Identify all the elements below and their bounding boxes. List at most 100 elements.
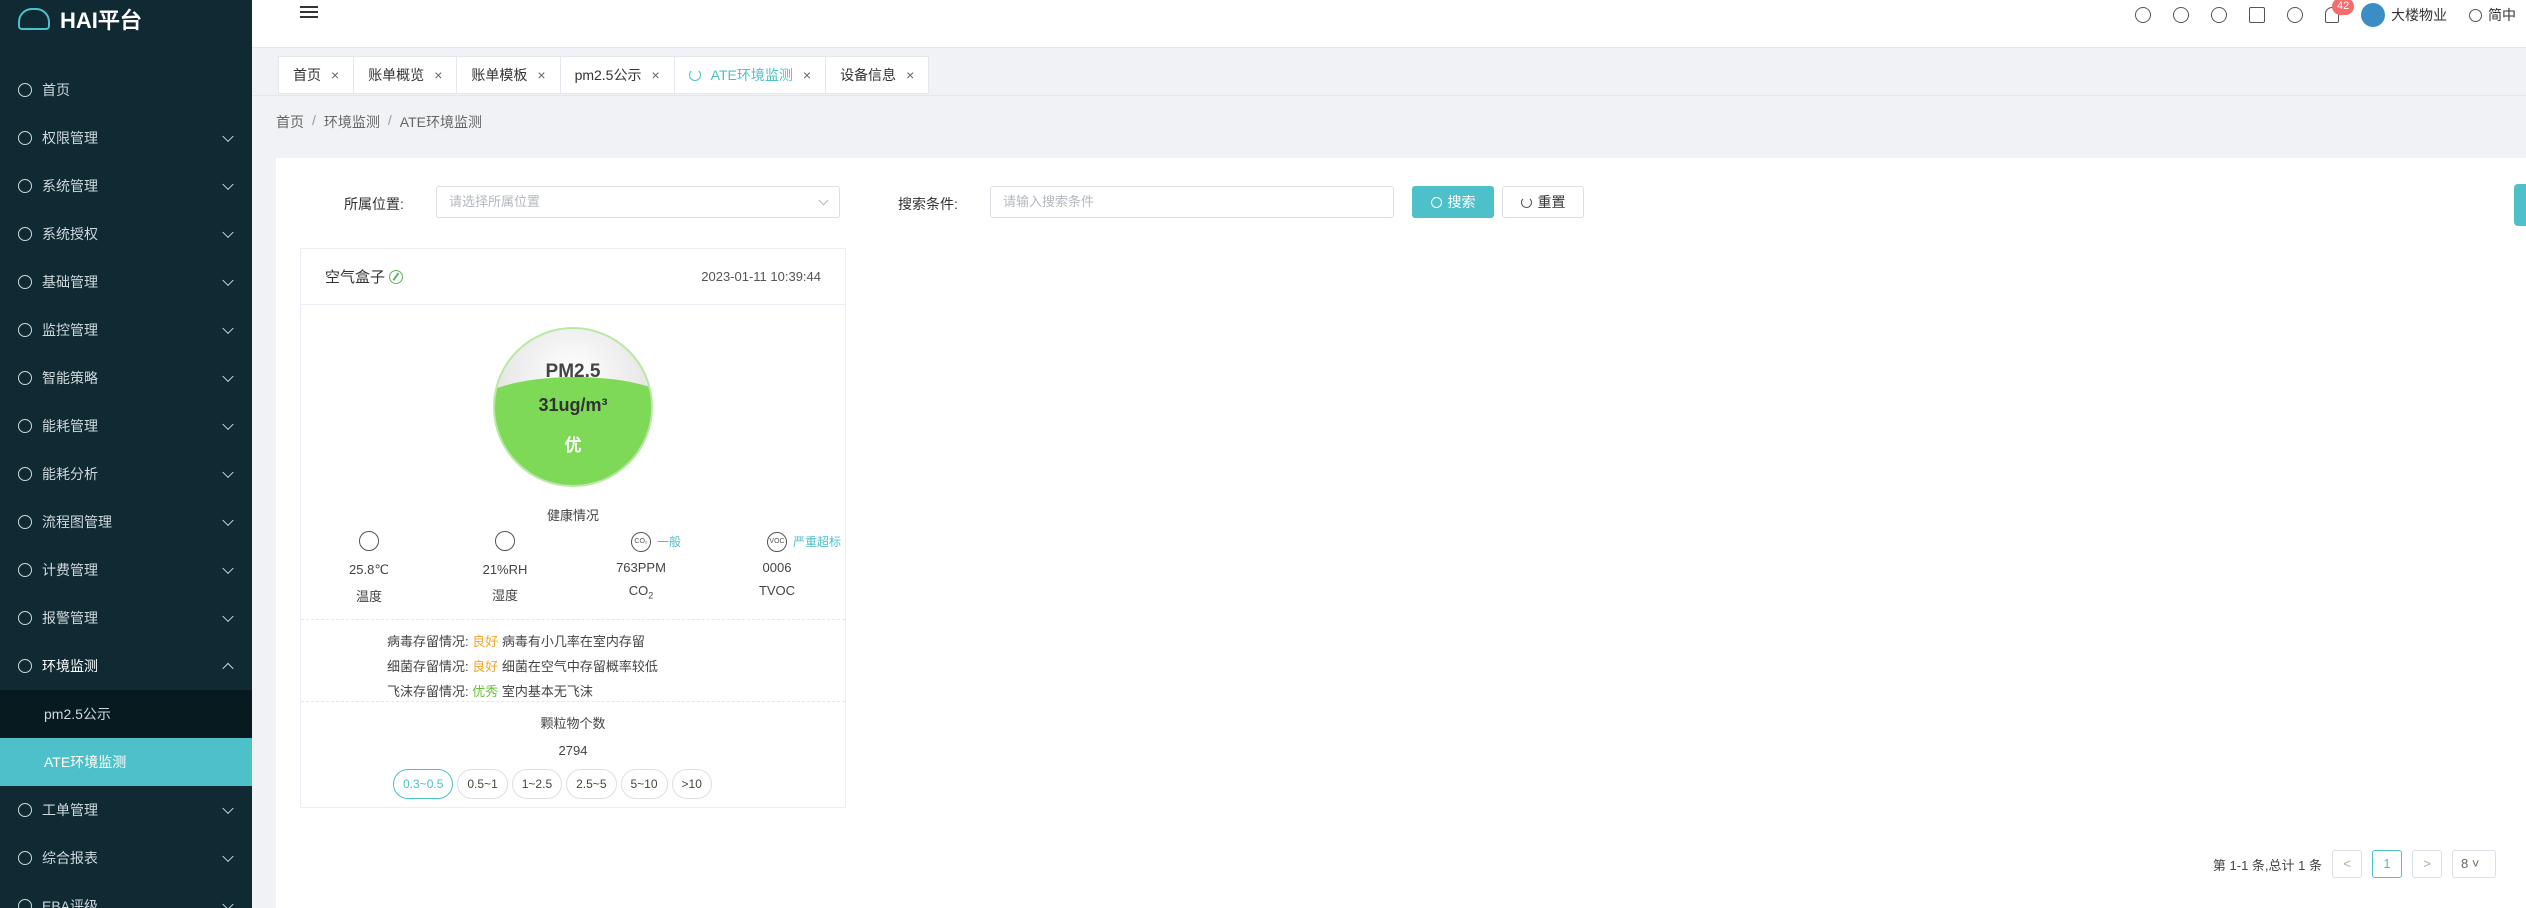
sidebar-item-authorization[interactable]: 系统授权 (0, 210, 252, 258)
close-icon[interactable]: × (651, 67, 659, 83)
sidebar-item-energy[interactable]: 能耗管理 (0, 402, 252, 450)
search-icon[interactable] (2135, 7, 2151, 23)
next-page-button[interactable]: > (2412, 850, 2442, 878)
sidebar-item-environment[interactable]: 环境监测 (0, 642, 252, 690)
topbar-actions: 42 大楼物业 简中 (2135, 0, 2526, 30)
location-select[interactable]: 请选择所属位置 (436, 186, 840, 218)
key-icon (18, 227, 32, 241)
sidebar-item-label: 综合报表 (42, 850, 98, 866)
breadcrumb-home[interactable]: 首页 (276, 112, 304, 132)
sidebar-item-permission[interactable]: 权限管理 (0, 114, 252, 162)
tab-pm25[interactable]: pm2.5公示 × (559, 56, 674, 94)
logo[interactable]: HAI平台 (0, 0, 252, 38)
page-number[interactable]: 1 (2372, 850, 2402, 878)
survival-label: 飞沫存留情况: (387, 684, 469, 699)
user-menu[interactable]: 大楼物业 (2361, 3, 2447, 27)
card-header: 空气盒子 2023-01-11 10:39:44 (301, 249, 845, 305)
sidebar-item-system[interactable]: 系统管理 (0, 162, 252, 210)
page-size-select[interactable]: 8 ˅ (2452, 850, 2496, 878)
sidebar-item-basic[interactable]: 基础管理 (0, 258, 252, 306)
location-label: 所属位置: (344, 196, 404, 212)
close-icon[interactable]: × (906, 67, 914, 83)
pm25-gauge: PM2.5 31ug/m³ 优 (493, 327, 653, 487)
breadcrumb-current: ATE环境监测 (399, 114, 482, 130)
refresh-icon[interactable] (688, 69, 701, 81)
settings-icon[interactable] (2211, 7, 2227, 23)
sidebar-item-label: 系统授权 (42, 226, 98, 242)
chevron-down-icon (222, 898, 234, 908)
fullscreen-icon[interactable] (2249, 7, 2265, 23)
thermometer-icon (359, 531, 379, 551)
metric-temperature: 25.8℃ 温度 (301, 531, 437, 605)
sidebar-item-label: 系统管理 (42, 178, 98, 194)
tab-ate[interactable]: ATE环境监测 × (673, 56, 826, 94)
search-button[interactable]: 搜索 (1412, 186, 1494, 218)
health-label: 健康情况 (546, 508, 599, 523)
help-icon[interactable] (2173, 7, 2189, 23)
close-icon[interactable]: × (537, 67, 545, 83)
chevron-down-icon (222, 562, 234, 575)
air-box-card: 空气盒子 2023-01-11 10:39:44 PM2.5 31ug/m³ 优… (300, 248, 846, 808)
metric-label: 温度 (355, 589, 382, 604)
tab-label: 设备信息 (840, 67, 897, 83)
sidebar-item-label: 能耗分析 (42, 466, 98, 482)
survival-label: 病毒存留情况: (387, 634, 469, 649)
search-label: 搜索条件: (898, 196, 958, 212)
range-button[interactable]: 5~10 (620, 769, 668, 799)
environment-submenu: pm2.5公示 ATE环境监测 (0, 690, 252, 786)
range-button[interactable]: >10 (671, 769, 712, 799)
language-switch[interactable]: 简中 (2469, 5, 2516, 25)
sidebar-subitem-ate[interactable]: ATE环境监测 (0, 738, 252, 786)
menu-toggle-icon[interactable] (300, 6, 318, 20)
breadcrumb-environment[interactable]: 环境监测 (324, 112, 380, 132)
range-button[interactable]: 2.5~5 (566, 769, 617, 799)
close-icon[interactable]: × (331, 67, 339, 83)
bulb-icon (18, 371, 32, 385)
page-size-value: 8 (2461, 856, 2469, 871)
chevron-down-icon (222, 610, 234, 623)
tab-bill-template[interactable]: 账单模板 × (456, 56, 560, 94)
particle-count: 2794 (558, 743, 588, 758)
search-input[interactable]: 请输入搜索条件 (990, 186, 1394, 218)
sidebar-item-alarm[interactable]: 报警管理 (0, 594, 252, 642)
theme-icon[interactable] (2287, 7, 2303, 23)
sidebar-item-label: 基础管理 (42, 274, 98, 290)
layers-icon (18, 803, 32, 817)
sidebar-item-eba[interactable]: EBA评级 (0, 882, 252, 908)
close-icon[interactable]: × (803, 67, 811, 83)
tabs: 首页 × 账单概览 × 账单模板 × pm2.5公示 × ATE环境监测 × 设备信息 × (278, 56, 930, 94)
range-button[interactable]: 0.3~0.5 (393, 769, 454, 799)
range-button[interactable]: 0.5~1 (457, 769, 508, 799)
prev-page-button[interactable]: < (2332, 850, 2362, 878)
reset-button[interactable]: 重置 (1502, 186, 1584, 218)
globe-icon (2469, 8, 2482, 22)
gauge-value: 31ug/m³ (538, 395, 608, 415)
side-drawer-handle[interactable] (2514, 184, 2526, 226)
badge-icon (18, 899, 32, 908)
sidebar-item-label: 能耗管理 (42, 418, 98, 434)
sidebar-item-workorder[interactable]: 工单管理 (0, 786, 252, 834)
sidebar-item-billing[interactable]: 计费管理 (0, 546, 252, 594)
sidebar-item-monitor[interactable]: 监控管理 (0, 306, 252, 354)
report-icon (18, 851, 32, 865)
pagination-summary: 第 1-1 条,总计 1 条 (2212, 857, 2322, 873)
sidebar-item-strategy[interactable]: 智能策略 (0, 354, 252, 402)
tab-bill-overview[interactable]: 账单概览 × (353, 56, 457, 94)
sidebar-item-home[interactable]: 首页 (0, 66, 252, 114)
device-name: 空气盒子 (325, 269, 386, 286)
range-button[interactable]: 1~2.5 (511, 769, 563, 799)
particle-label: 颗粒物个数 (540, 716, 606, 731)
tab-device-info[interactable]: 设备信息 × (825, 56, 930, 94)
sidebar-subitem-pm25[interactable]: pm2.5公示 (0, 690, 252, 738)
sidebar-item-flow[interactable]: 流程图管理 (0, 498, 252, 546)
tab-home[interactable]: 首页 × (278, 56, 354, 94)
chevron-down-icon (222, 802, 234, 815)
cloud-icon (18, 8, 50, 30)
avatar (2361, 3, 2385, 27)
tabs-bar: 首页 × 账单概览 × 账单模板 × pm2.5公示 × ATE环境监测 × 设备信息 × (252, 48, 2526, 96)
sidebar-item-report[interactable]: 综合报表 (0, 834, 252, 882)
sidebar-item-energy-analysis[interactable]: 能耗分析 (0, 450, 252, 498)
survival-desc: 病毒有小几率在室内存留 (501, 634, 645, 649)
bell-icon[interactable]: 42 (2325, 0, 2355, 23)
close-icon[interactable]: × (434, 67, 442, 83)
